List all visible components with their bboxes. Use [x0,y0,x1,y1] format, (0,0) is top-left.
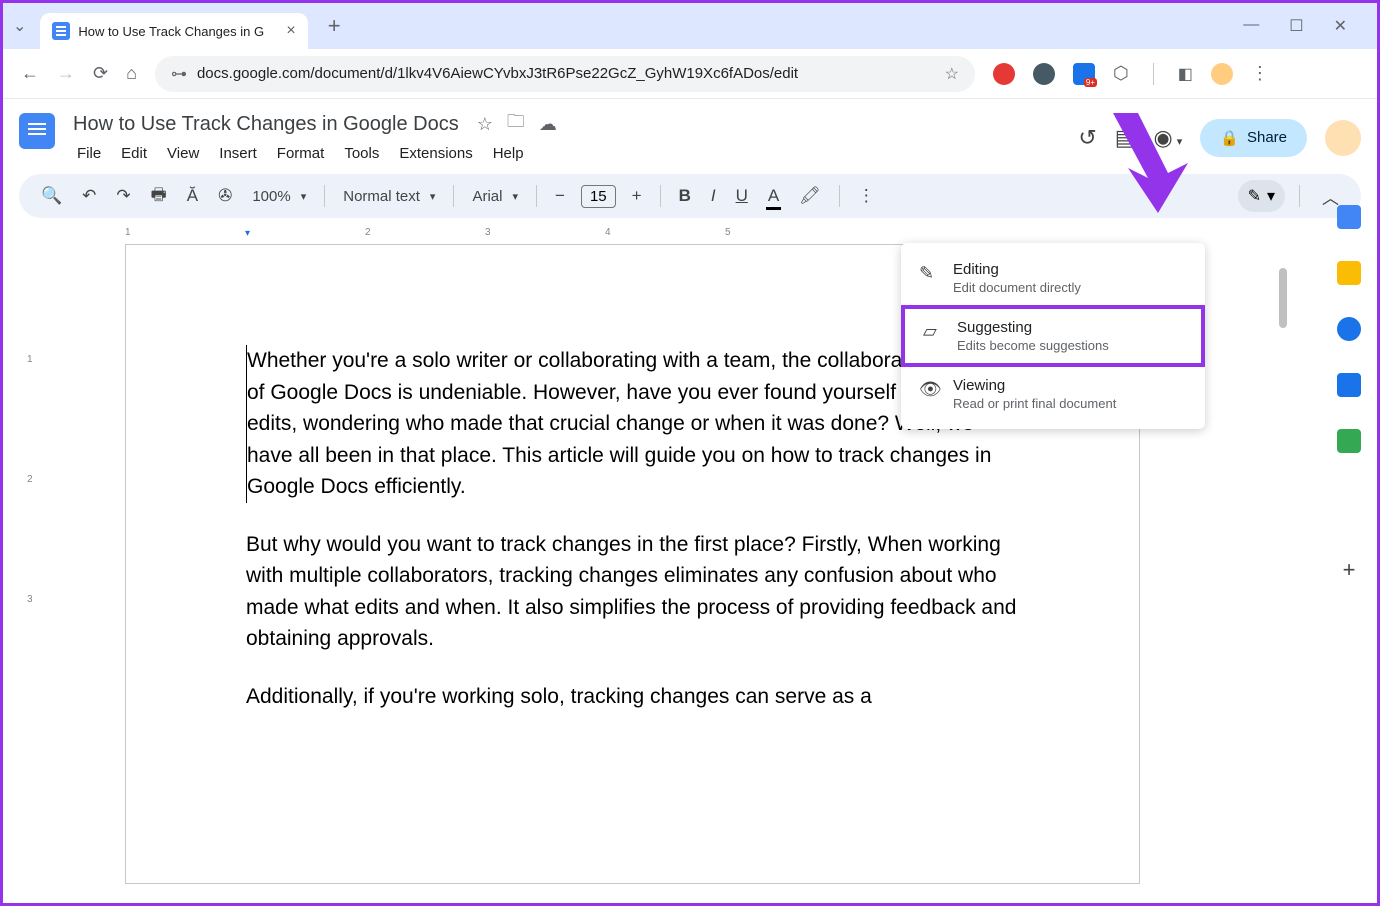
bold-button[interactable]: B [671,180,699,212]
indent-marker-icon[interactable]: ▾ [245,228,250,239]
menu-bar: File Edit View Insert Format Tools Exten… [69,141,1064,166]
move-icon[interactable]: 🗀 [507,109,525,139]
contacts-app-icon[interactable] [1337,373,1361,397]
undo-button[interactable]: ↶ [74,180,104,212]
mode-title: Suggesting [957,319,1183,336]
editing-mode-dropdown: ✎ Editing Edit document directly ▱ Sugge… [901,243,1205,429]
docs-logo-icon[interactable] [19,113,55,149]
menu-file[interactable]: File [69,141,109,166]
pencil-icon: ✎ [919,263,939,295]
ext-icon-2[interactable] [1033,63,1055,85]
fontsize-input[interactable]: 15 [581,185,616,208]
docs-favicon-icon [52,22,70,40]
menu-view[interactable]: View [159,141,207,166]
tab-title: How to Use Track Changes in G [78,24,278,39]
underline-button[interactable]: U [728,180,756,212]
mode-editing-item[interactable]: ✎ Editing Edit document directly [901,251,1205,305]
mode-subtitle: Read or print final document [953,396,1187,411]
paragraph-2: But why would you want to track changes … [246,529,1019,655]
bookmark-star-icon[interactable]: ☆ [945,64,959,84]
mode-suggesting-item[interactable]: ▱ Suggesting Edits become suggestions [901,305,1205,367]
mode-subtitle: Edits become suggestions [957,338,1183,353]
mode-subtitle: Edit document directly [953,280,1187,295]
share-button[interactable]: 🔒 Share [1200,119,1307,157]
url-text: docs.google.com/document/d/1lkv4V6AiewCY… [197,65,935,82]
address-bar: ← → ⟳ ⌂ ⊶ docs.google.com/document/d/1lk… [3,49,1377,99]
paragraph-3: Additionally, if you're working solo, tr… [246,681,1019,713]
extensions-menu-icon[interactable]: ⬡ [1113,63,1129,84]
menu-help[interactable]: Help [485,141,532,166]
search-menus-icon[interactable]: 🔍 [33,180,70,212]
spellcheck-button[interactable]: Ă [179,180,206,212]
paragraph-style-select[interactable]: Normal text [335,184,443,209]
window-controls: — ☐ ✕ [1243,16,1367,36]
menu-insert[interactable]: Insert [211,141,265,166]
vertical-ruler[interactable]: 1 2 3 [27,244,45,884]
editing-mode-button[interactable]: ✎ ▾ [1238,180,1285,212]
annotation-arrow-icon [1093,108,1193,223]
maximize-icon[interactable]: ☐ [1289,16,1303,36]
zoom-select[interactable]: 100% [244,184,314,209]
horizontal-ruler[interactable]: 1 ▾ 2 3 4 5 [125,226,1353,244]
forward-button[interactable]: → [57,63,75,84]
close-tab-icon[interactable]: × [286,22,295,40]
cloud-status-icon[interactable]: ☁ [539,114,557,135]
menu-tools[interactable]: Tools [336,141,387,166]
reload-button[interactable]: ⟳ [93,63,108,84]
maps-app-icon[interactable] [1337,429,1361,453]
add-addon-button[interactable]: + [1337,557,1361,581]
browser-tab-strip: ⌄ How to Use Track Changes in G × + — ☐ … [3,3,1377,49]
url-field[interactable]: ⊶ docs.google.com/document/d/1lkv4V6Aiew… [155,56,975,92]
star-icon[interactable]: ☆ [477,114,493,135]
pencil-icon: ✎ [1248,186,1261,206]
redo-button[interactable]: ↷ [108,180,138,212]
account-avatar[interactable] [1325,120,1361,156]
mode-viewing-item[interactable]: 👁 Viewing Read or print final document [901,367,1205,421]
menu-format[interactable]: Format [269,141,333,166]
dropdown-arrow-icon: ▾ [1267,186,1275,206]
font-select[interactable]: Arial [464,184,526,209]
eye-icon: 👁 [919,379,939,411]
scrollbar-thumb[interactable] [1279,268,1287,328]
site-info-icon[interactable]: ⊶ [171,64,187,84]
menu-edit[interactable]: Edit [113,141,155,166]
tab-search-icon[interactable]: ⌄ [13,16,26,36]
side-panel: + [1337,205,1361,581]
increase-fontsize-button[interactable]: + [624,180,650,212]
tasks-app-icon[interactable] [1337,317,1361,341]
mode-title: Viewing [953,377,1187,394]
text-color-button[interactable]: A [760,180,787,212]
minimize-icon[interactable]: — [1243,16,1259,36]
lock-icon: 🔒 [1220,129,1239,147]
document-title[interactable]: How to Use Track Changes in Google Docs [69,111,463,138]
more-tools-button[interactable]: ⋮ [850,180,883,212]
suggest-icon: ▱ [923,321,943,353]
calendar-app-icon[interactable] [1337,205,1361,229]
close-window-icon[interactable]: ✕ [1334,16,1347,36]
home-button[interactable]: ⌂ [126,63,137,84]
back-button[interactable]: ← [21,63,39,84]
paint-format-button[interactable]: ✇ [210,180,240,212]
keep-app-icon[interactable] [1337,261,1361,285]
menu-extensions[interactable]: Extensions [391,141,480,166]
new-tab-button[interactable]: + [328,13,341,39]
chrome-menu-icon[interactable]: ⋮ [1251,63,1269,84]
print-button[interactable]: 🖶 [143,176,175,217]
italic-button[interactable]: I [703,180,724,212]
ext-icon-3[interactable]: 9+ [1073,63,1095,85]
ext-ublock-icon[interactable] [993,63,1015,85]
extensions-area: 9+ ⬡ ◧ ⋮ [993,63,1269,85]
profile-avatar-icon[interactable] [1211,63,1233,85]
decrease-fontsize-button[interactable]: − [547,180,573,212]
highlight-color-button[interactable]: 🖍 [791,180,829,212]
share-label: Share [1247,129,1287,146]
browser-tab[interactable]: How to Use Track Changes in G × [40,13,307,49]
mode-title: Editing [953,261,1187,278]
sidepanel-icon[interactable]: ◧ [1178,64,1193,84]
